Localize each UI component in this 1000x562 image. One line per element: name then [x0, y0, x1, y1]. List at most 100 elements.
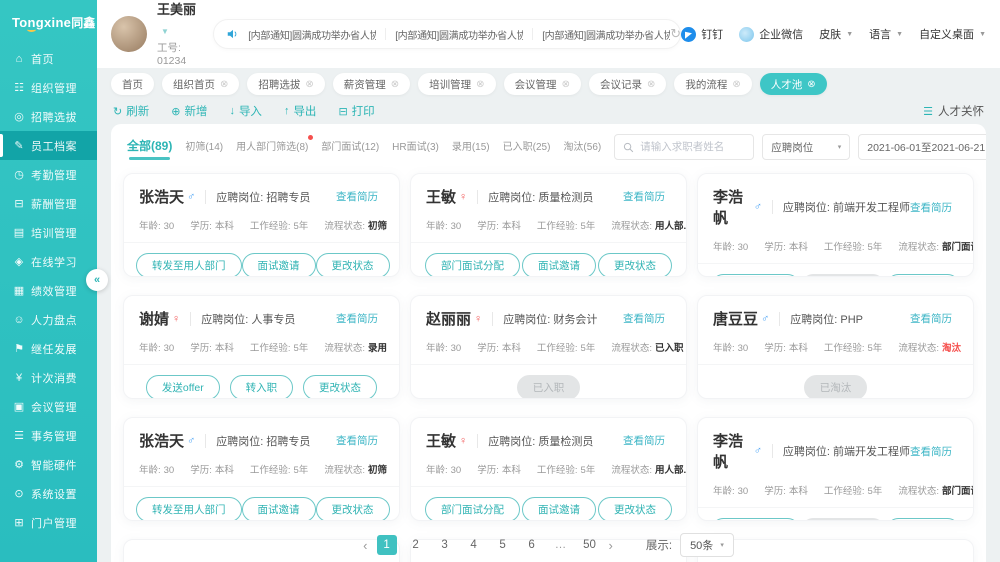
toolbar-refresh-button[interactable]: ↻ 刷新	[113, 103, 149, 119]
sidebar-item[interactable]: ☷ 组织管理	[0, 73, 97, 102]
position-select[interactable]: 应聘岗位 ▾	[762, 134, 850, 160]
sidebar-item[interactable]: ▣ 会议管理	[0, 392, 97, 421]
sidebar-item[interactable]: ⊟ 薪酬管理	[0, 189, 97, 218]
card-action-button[interactable]: 面试邀请	[242, 253, 316, 277]
toolbar-import-button[interactable]: ↓ 导入	[229, 103, 262, 119]
view-resume-link[interactable]: 查看简历	[623, 311, 665, 326]
page-tab[interactable]: 会议记录 ⊗	[589, 73, 666, 95]
page-number[interactable]: 5	[493, 535, 513, 555]
card-action-button[interactable]: 更改状态	[316, 253, 390, 277]
view-resume-link[interactable]: 查看简历	[336, 311, 378, 326]
view-resume-link[interactable]: 查看简历	[910, 200, 952, 215]
page-number[interactable]: 2	[406, 535, 426, 555]
sidebar-item[interactable]: ◈ 在线学习	[0, 247, 97, 276]
prev-page-button[interactable]: ‹	[363, 538, 367, 553]
sidebar-item[interactable]: ☺ 人力盘点	[0, 305, 97, 334]
view-resume-link[interactable]: 查看简历	[910, 311, 952, 326]
user-name[interactable]: 王美丽	[157, 2, 196, 17]
sidebar-item[interactable]: ⌂ 首页	[0, 44, 97, 73]
filter-tab[interactable]: 全部(89)	[127, 137, 172, 157]
sidebar-item[interactable]: ◎ 招聘选拔	[0, 102, 97, 131]
sidebar-item[interactable]: ⚑ 继任发展	[0, 334, 97, 363]
view-resume-link[interactable]: 查看简历	[623, 189, 665, 204]
sidebar-item[interactable]: ¥ 计次消费	[0, 363, 97, 392]
card-action-button[interactable]: 转发至用人部门	[136, 497, 242, 521]
filter-tab[interactable]: 用人部门筛选(8)	[236, 138, 308, 156]
custom-desktop-dropdown[interactable]: 自定义桌面 ▼	[919, 26, 986, 42]
skin-dropdown[interactable]: 皮肤 ▼	[819, 26, 853, 42]
card-action-button[interactable]: 更改状态	[598, 497, 672, 521]
page-number[interactable]: 6	[522, 535, 542, 555]
card-action-button[interactable]: 面试邀请	[242, 497, 316, 521]
tab-close-icon[interactable]: ⊗	[220, 79, 228, 90]
notice-item[interactable]: [内部通知]圆满成功举办省人协会员...	[395, 27, 523, 42]
sidebar-item[interactable]: ⊙ 系统设置	[0, 479, 97, 508]
page-tab[interactable]: 会议管理 ⊗	[504, 73, 581, 95]
next-page-button[interactable]: ›	[609, 538, 613, 553]
tab-close-icon[interactable]: ⊗	[807, 79, 815, 90]
page-tab[interactable]: 人才池 ⊗	[760, 73, 827, 95]
talent-care-button[interactable]: ☰ 人才关怀	[923, 103, 984, 119]
page-size-select[interactable]: 50条 ▾	[680, 533, 734, 557]
sidebar-item[interactable]: ◷ 考勤管理	[0, 160, 97, 189]
view-resume-link[interactable]: 查看简历	[623, 433, 665, 448]
wecom-link[interactable]: 企业微信	[739, 26, 803, 42]
card-action-button[interactable]: 更改状态	[886, 274, 960, 277]
filter-tab[interactable]: 已入职(25)	[503, 138, 551, 156]
sidebar-item[interactable]: ▤ 培训管理	[0, 218, 97, 247]
view-resume-link[interactable]: 查看简历	[910, 444, 952, 459]
filter-tab[interactable]: 淘汰(56)	[563, 138, 601, 156]
card-action-button[interactable]: 面试邀请	[522, 497, 596, 521]
card-action-button[interactable]: 更改状态	[316, 497, 390, 521]
card-action-button[interactable]: HR面试分配	[711, 274, 800, 277]
tab-close-icon[interactable]: ⊗	[305, 79, 313, 90]
filter-tab[interactable]: 部门面试(12)	[321, 138, 379, 156]
page-tab[interactable]: 首页	[111, 73, 154, 95]
sidebar-item[interactable]: ⚙ 智能硬件	[0, 450, 97, 479]
card-action-button[interactable]: 更改状态	[886, 518, 960, 521]
date-range-picker[interactable]: 2021-06-01至2021-06-21	[858, 134, 986, 160]
page-number[interactable]: 1	[377, 535, 397, 555]
search-input[interactable]	[640, 141, 745, 153]
user-caret-icon[interactable]: ▼	[161, 27, 169, 36]
toolbar-export-button[interactable]: ↑ 导出	[284, 103, 317, 119]
notice-item[interactable]: [内部通知]圆满成功举办省人协会员...	[542, 27, 670, 42]
sidebar-item[interactable]: ▦ 绩效管理	[0, 276, 97, 305]
language-dropdown[interactable]: 语言 ▼	[869, 26, 903, 42]
filter-tab[interactable]: HR面试(3)	[392, 138, 439, 156]
card-action-button[interactable]: 更改状态	[303, 375, 377, 399]
view-resume-link[interactable]: 查看简历	[336, 433, 378, 448]
sidebar-item[interactable]: ✎ 员工档案	[0, 131, 97, 160]
toolbar-add-button[interactable]: ⊕ 新增	[171, 103, 207, 119]
notice-item[interactable]: [内部通知]圆满成功举办省人协会员...	[248, 27, 376, 42]
tab-close-icon[interactable]: ⊗	[647, 79, 655, 90]
page-number[interactable]: 4	[464, 535, 484, 555]
card-action-button[interactable]: 面试邀请	[522, 253, 596, 277]
tab-close-icon[interactable]: ⊗	[391, 79, 399, 90]
user-avatar[interactable]	[111, 16, 147, 52]
card-action-button[interactable]: HR面试分配	[711, 518, 800, 521]
card-action-button[interactable]: 转入职	[230, 375, 294, 399]
card-action-button[interactable]: 部门面试分配	[425, 253, 520, 277]
page-tab[interactable]: 招聘选拔 ⊗	[247, 73, 324, 95]
page-tab[interactable]: 我的流程 ⊗	[674, 73, 751, 95]
page-number[interactable]: 3	[435, 535, 455, 555]
sidebar-item[interactable]: ☰ 事务管理	[0, 421, 97, 450]
refresh-notices-icon[interactable]: ↻	[670, 26, 681, 42]
sidebar-collapse-button[interactable]: «	[86, 269, 108, 291]
tab-close-icon[interactable]: ⊗	[732, 79, 740, 90]
sidebar-item[interactable]: ⊞ 门户管理	[0, 508, 97, 537]
page-tab[interactable]: 组织首页 ⊗	[162, 73, 239, 95]
filter-tab[interactable]: 录用(15)	[452, 138, 490, 156]
dingtalk-link[interactable]: 钉钉	[681, 26, 723, 42]
tab-close-icon[interactable]: ⊗	[562, 79, 570, 90]
toolbar-print-button[interactable]: ⊟ 打印	[338, 103, 374, 119]
card-action-button[interactable]: 部门面试分配	[425, 497, 520, 521]
page-tab[interactable]: 薪资管理 ⊗	[333, 73, 410, 95]
page-number[interactable]: 50	[580, 535, 600, 555]
card-action-button[interactable]: 发送offer	[146, 375, 220, 399]
card-action-button[interactable]: 转发至用人部门	[136, 253, 242, 277]
filter-tab[interactable]: 初筛(14)	[185, 138, 223, 156]
page-tab[interactable]: 培训管理 ⊗	[418, 73, 495, 95]
card-action-button[interactable]: 更改状态	[598, 253, 672, 277]
